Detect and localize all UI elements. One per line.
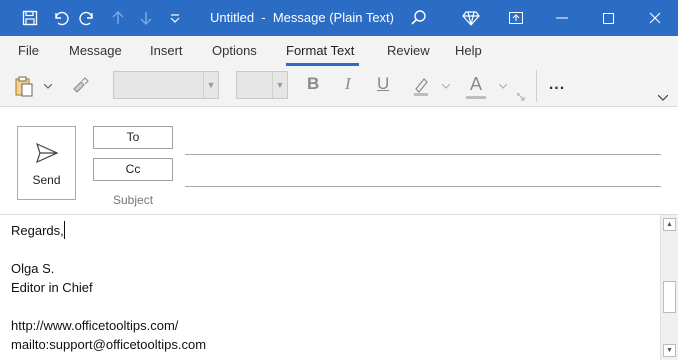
maximize-icon[interactable] — [585, 0, 631, 36]
collapse-ribbon-icon[interactable] — [656, 92, 670, 104]
redo-icon[interactable] — [76, 6, 100, 30]
body-line: Regards, — [11, 223, 64, 238]
to-button[interactable]: To — [93, 126, 173, 149]
to-field[interactable] — [185, 154, 661, 155]
minimize-icon[interactable] — [539, 0, 585, 36]
italic-button[interactable]: I — [345, 74, 351, 94]
text-cursor — [64, 221, 65, 239]
font-color-button[interactable]: A — [470, 74, 482, 95]
font-size-combo[interactable]: ▼ — [236, 71, 288, 99]
subject-label: Subject — [113, 193, 154, 207]
highlight-dropdown-icon[interactable] — [440, 78, 452, 94]
body-line: mailto:support@officetooltips.com — [11, 337, 207, 352]
font-color-swatch — [466, 96, 486, 99]
bold-button[interactable]: B — [307, 74, 319, 94]
ribbon — [0, 66, 678, 107]
title-bar: Untitled - Message (Plain Text) — [0, 0, 678, 36]
body-line: http://www.officetooltips.com/ — [11, 318, 179, 333]
chevron-down-icon: ▼ — [203, 72, 218, 98]
cc-button[interactable]: Cc — [93, 158, 173, 181]
undo-icon[interactable] — [48, 6, 72, 30]
format-painter-icon[interactable] — [68, 74, 92, 98]
customize-qat-icon[interactable] — [163, 6, 187, 30]
ribbon-tabs: File Message Insert Options Format Text … — [0, 36, 678, 66]
tab-review[interactable]: Review — [387, 43, 430, 58]
cc-field[interactable] — [185, 186, 661, 187]
tab-options[interactable]: Options — [212, 43, 257, 58]
dialog-launcher-icon[interactable] — [516, 92, 526, 102]
body-line: Olga S. — [11, 261, 55, 276]
tab-message[interactable]: Message — [69, 43, 122, 58]
underline-button[interactable]: U — [377, 74, 389, 94]
scroll-down-icon[interactable]: ▼ — [663, 344, 676, 357]
tab-file[interactable]: File — [18, 43, 39, 58]
down-arrow-icon — [134, 6, 158, 30]
save-icon[interactable] — [18, 6, 42, 30]
tab-help[interactable]: Help — [455, 43, 482, 58]
paste-icon[interactable] — [12, 74, 36, 98]
tab-insert[interactable]: Insert — [150, 43, 183, 58]
send-button[interactable]: Send — [17, 126, 76, 200]
ribbon-display-options-icon[interactable] — [493, 0, 539, 36]
ribbon-separator — [536, 70, 537, 102]
vertical-scrollbar[interactable]: ▲ ▼ — [660, 215, 678, 360]
window-title: Untitled - Message (Plain Text) — [210, 10, 394, 25]
premium-diamond-icon[interactable] — [459, 6, 483, 30]
more-options-icon[interactable]: ... — [546, 76, 568, 93]
scroll-thumb[interactable] — [663, 281, 676, 313]
send-label: Send — [32, 173, 61, 187]
highlight-icon[interactable] — [410, 74, 432, 98]
font-name-combo[interactable]: ▼ — [113, 71, 219, 99]
tab-format-text[interactable]: Format Text — [286, 43, 354, 58]
close-icon[interactable] — [632, 0, 678, 36]
chevron-down-icon: ▼ — [272, 72, 287, 98]
font-color-dropdown-icon[interactable] — [497, 78, 509, 94]
up-arrow-icon — [106, 6, 130, 30]
body-line: Editor in Chief — [11, 280, 93, 295]
send-icon — [35, 142, 59, 166]
paste-dropdown-icon[interactable] — [42, 78, 54, 94]
scroll-up-icon[interactable]: ▲ — [663, 218, 676, 231]
search-icon[interactable] — [407, 6, 431, 30]
